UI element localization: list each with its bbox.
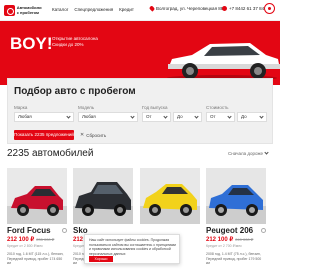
map-pin-icon [148,5,156,12]
reset-label: Сбросить [86,132,107,138]
car-credit: Кредит от 2 700 ₽/мес [206,244,242,248]
car-credit: Кредит от 2 800 ₽/мес [7,244,43,248]
close-icon: ✕ [80,132,85,138]
brand-select[interactable]: Любая [14,112,74,122]
chevron-down-icon [194,114,199,119]
brand-label: Марка [14,105,28,110]
banner-subtitle: Открытие автосалона Скидки до 20% [52,36,98,48]
nav-item-credit[interactable]: Кредит [119,7,134,12]
logo[interactable]: Автомобили с пробегом [4,4,44,17]
compare-icon[interactable] [62,228,67,233]
car-card[interactable]: Peugeot 206 212 100 ₽240 000 ₽ Кредит от… [206,168,266,280]
car-price-value: 212 100 ₽ [206,237,234,243]
results-count: 2235 автомобилей [7,148,94,159]
year-to-value: До [177,114,183,119]
phone-number: +7 8442 61 37 84 [229,6,265,11]
banner-title: BOY! [10,34,53,53]
cookie-notice: Наш сайт использует файлы cookies. Продо… [84,234,180,264]
brand-select-value: Любая [18,114,32,119]
car-price-value: 212 100 ₽ [7,237,35,243]
car-price: 212 100 ₽240 000 ₽ [206,236,253,243]
model-select[interactable]: Любая [78,112,138,122]
year-to-select[interactable]: До [173,112,202,122]
banner-subtitle-line2: Скидки до 20% [52,42,84,47]
car-photo [206,168,266,224]
chevron-down-icon [163,114,168,119]
chevron-down-icon [259,114,264,119]
car-specs: 2010 год, 1.6 MT (115 л.с.), бензин, Пер… [7,252,64,265]
car-old-price: 235 000 ₽ [36,237,55,242]
car-photo [73,168,133,224]
callback-icon[interactable] [264,3,275,14]
phone-icon [222,6,227,11]
filter-title: Подбор авто с пробегом [14,86,136,97]
phone[interactable]: +7 8442 61 37 84 [222,6,264,11]
chevron-down-icon [66,114,71,119]
promo-banner[interactable]: BOY! Открытие автосалона Скидки до 20% [0,21,280,85]
price-to-value: До [241,114,247,119]
sort-select[interactable]: Сначала дороже [228,150,269,156]
chevron-down-icon [264,150,269,155]
car-photo [140,168,200,224]
show-results-button[interactable]: Показать 2235 предложений [14,130,74,140]
nav-item-catalog[interactable]: Каталог [52,7,68,12]
location[interactable]: Волгоград, ул. Череповецкая 88 [148,5,224,12]
car-old-price: 240 000 ₽ [235,237,254,242]
car-name: Peugeot 206 [206,226,254,235]
logo-text: Автомобили с пробегом [16,5,42,15]
car-photo [7,168,67,224]
location-text: Волгоград, ул. Череповецкая 88 [156,6,224,11]
logo-icon [4,5,15,16]
banner-car-image [167,43,280,81]
sort-value: Сначала дороже [228,151,263,156]
nav-item-offers[interactable]: Спецпредложения [74,7,113,12]
model-label: Модель [78,105,95,110]
filter-panel: Подбор авто с пробегом Марка Любая Модел… [7,78,273,144]
chevron-down-icon [130,114,135,119]
price-from-select[interactable]: От [206,112,235,122]
car-card[interactable]: Ford Focus 212 100 ₽235 000 ₽ Кредит от … [7,168,67,280]
car-price: 212 100 ₽235 000 ₽ [7,236,54,243]
chevron-down-icon [227,114,232,119]
year-label: Год выпуска [142,105,168,110]
year-from-value: От [146,114,152,119]
car-name: Ford Focus [7,226,51,235]
year-from-select[interactable]: От [142,112,171,122]
price-to-select[interactable]: До [237,112,267,122]
model-select-value: Любая [82,114,96,119]
main-nav: Каталог Спецпредложения Кредит [52,7,134,12]
cookie-text: Наш сайт использует файлы cookies. Продо… [89,238,176,256]
site-header: Автомобили с пробегом Каталог Спецпредло… [0,0,280,21]
reset-filters-button[interactable]: ✕ Сбросить [80,132,106,138]
compare-icon[interactable] [261,228,266,233]
price-label: Стоимость [206,105,229,110]
car-specs: 2008 год, 1.4 MT (75 л.с.), бензин, Пере… [206,252,262,265]
price-from-value: От [210,114,216,119]
cookie-accept-button[interactable]: Хорошо [89,256,113,262]
